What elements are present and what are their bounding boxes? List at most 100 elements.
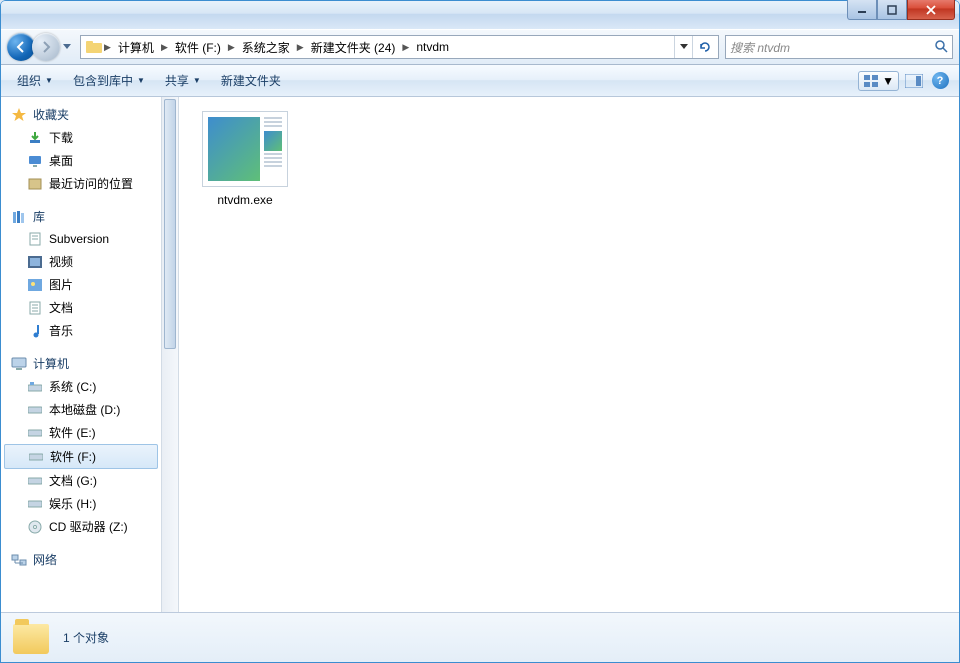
libraries-label: 库 [33,208,45,225]
view-icon [863,74,879,88]
sidebar-item-label: 软件 (F:) [50,448,96,465]
sidebar-item-documents[interactable]: 文档 [1,296,161,319]
sidebar-item-music[interactable]: 音乐 [1,319,161,342]
sidebar-item-drive-z[interactable]: CD 驱动器 (Z:) [1,515,161,538]
file-item[interactable]: ntvdm.exe [197,111,293,207]
include-label: 包含到库中 [73,72,133,89]
library-icon [11,209,27,225]
folder-icon [13,620,49,656]
chevron-down-icon [63,44,71,50]
sidebar-scrollbar[interactable] [161,97,179,612]
organize-label: 组织 [17,72,41,89]
window-titlebar [1,1,959,29]
search-icon [934,39,948,56]
scrollbar-thumb[interactable] [164,99,176,349]
drive-icon [27,496,43,512]
chevron-right-icon[interactable]: ▶ [296,42,305,53]
sidebar-item-label: 下载 [49,129,73,146]
chevron-down-icon: ▼ [882,74,894,88]
sidebar-item-drive-d[interactable]: 本地磁盘 (D:) [1,398,161,421]
sidebar-item-videos[interactable]: 视频 [1,250,161,273]
sidebar-computer-section: 计算机 系统 (C:) 本地磁盘 (D:) 软件 (E:) 软件 (F:) 文档… [1,352,161,538]
sidebar-item-drive-f[interactable]: 软件 (F:) [4,444,158,469]
chevron-down-icon: ▼ [193,76,201,85]
close-button[interactable] [907,0,955,20]
sidebar-item-drive-g[interactable]: 文档 (G:) [1,469,161,492]
crumb-folder3[interactable]: ntvdm [410,40,455,54]
sidebar-item-subversion[interactable]: Subversion [1,228,161,250]
help-icon: ? [932,72,949,89]
document-icon [27,231,43,247]
preview-pane-button[interactable] [903,70,925,92]
sidebar-item-label: 系统 (C:) [49,378,96,395]
chevron-right-icon[interactable]: ▶ [160,42,169,53]
nav-history-dropdown[interactable] [60,36,74,58]
chevron-right-icon[interactable]: ▶ [103,42,112,53]
content-area[interactable]: ntvdm.exe [179,97,959,612]
search-placeholder: 搜索 ntvdm [730,39,790,56]
sidebar-item-desktop[interactable]: 桌面 [1,149,161,172]
sidebar-item-label: 文档 (G:) [49,472,97,489]
forward-button[interactable] [32,33,60,61]
new-folder-button[interactable]: 新建文件夹 [213,69,289,92]
crumb-folder1[interactable]: 系统之家 [236,39,296,56]
nav-buttons [7,33,74,61]
sidebar-item-label: 图片 [49,276,73,293]
sidebar-favorites-header[interactable]: 收藏夹 [1,103,161,126]
new-folder-label: 新建文件夹 [221,72,281,89]
sidebar-libraries-section: 库 Subversion 视频 图片 文档 音乐 [1,205,161,342]
share-button[interactable]: 共享 ▼ [157,69,209,92]
crumb-computer[interactable]: 计算机 [112,39,160,56]
organize-button[interactable]: 组织 ▼ [9,69,61,92]
preview-pane-icon [905,74,923,88]
sidebar-item-label: CD 驱动器 (Z:) [49,518,128,535]
navigation-bar: ▶ 计算机 ▶ 软件 (F:) ▶ 系统之家 ▶ 新建文件夹 (24) ▶ nt… [1,29,959,65]
sidebar-favorites-section: 收藏夹 下载 桌面 最近访问的位置 [1,103,161,195]
sidebar-item-recent[interactable]: 最近访问的位置 [1,172,161,195]
chevron-down-icon: ▼ [137,76,145,85]
sidebar-network-header[interactable]: 网络 [1,548,161,571]
details-pane: 1 个对象 [1,612,959,662]
minimize-button[interactable] [847,0,877,20]
chevron-right-icon[interactable]: ▶ [401,42,410,53]
sidebar-item-drive-h[interactable]: 娱乐 (H:) [1,492,161,515]
sidebar-item-label: Subversion [49,232,109,246]
back-button[interactable] [7,33,35,61]
maximize-icon [887,5,897,15]
address-bar[interactable]: ▶ 计算机 ▶ 软件 (F:) ▶ 系统之家 ▶ 新建文件夹 (24) ▶ nt… [80,35,719,59]
close-icon [925,5,937,15]
refresh-button[interactable] [692,36,716,58]
address-dropdown[interactable] [674,36,692,58]
drive-icon [27,425,43,441]
search-input[interactable]: 搜索 ntvdm [725,35,953,59]
window-controls [847,0,955,20]
recent-icon [27,176,43,192]
music-icon [27,323,43,339]
file-thumbnail [202,111,288,187]
crumb-drive[interactable]: 软件 (F:) [169,39,227,56]
sidebar-item-label: 桌面 [49,152,73,169]
sidebar-computer-header[interactable]: 计算机 [1,352,161,375]
sidebar-item-downloads[interactable]: 下载 [1,126,161,149]
chevron-down-icon [680,44,688,50]
sidebar-item-drive-c[interactable]: 系统 (C:) [1,375,161,398]
view-options-button[interactable]: ▼ [858,71,899,91]
computer-label: 计算机 [33,355,69,372]
arrow-left-icon [14,40,28,54]
network-label: 网络 [33,551,57,568]
minimize-icon [857,5,867,15]
network-icon [11,552,27,568]
maximize-button[interactable] [877,0,907,20]
sidebar-item-drive-e[interactable]: 软件 (E:) [1,421,161,444]
chevron-right-icon[interactable]: ▶ [227,42,236,53]
command-toolbar: 组织 ▼ 包含到库中 ▼ 共享 ▼ 新建文件夹 ▼ ? [1,65,959,97]
sidebar-item-pictures[interactable]: 图片 [1,273,161,296]
help-button[interactable]: ? [929,70,951,92]
desktop-icon [27,153,43,169]
sidebar-libraries-header[interactable]: 库 [1,205,161,228]
include-library-button[interactable]: 包含到库中 ▼ [65,69,153,92]
crumb-folder2[interactable]: 新建文件夹 (24) [305,39,402,56]
sidebar-item-label: 最近访问的位置 [49,175,133,192]
picture-icon [27,277,43,293]
navigation-sidebar[interactable]: 收藏夹 下载 桌面 最近访问的位置 库 Subversion [1,97,161,612]
